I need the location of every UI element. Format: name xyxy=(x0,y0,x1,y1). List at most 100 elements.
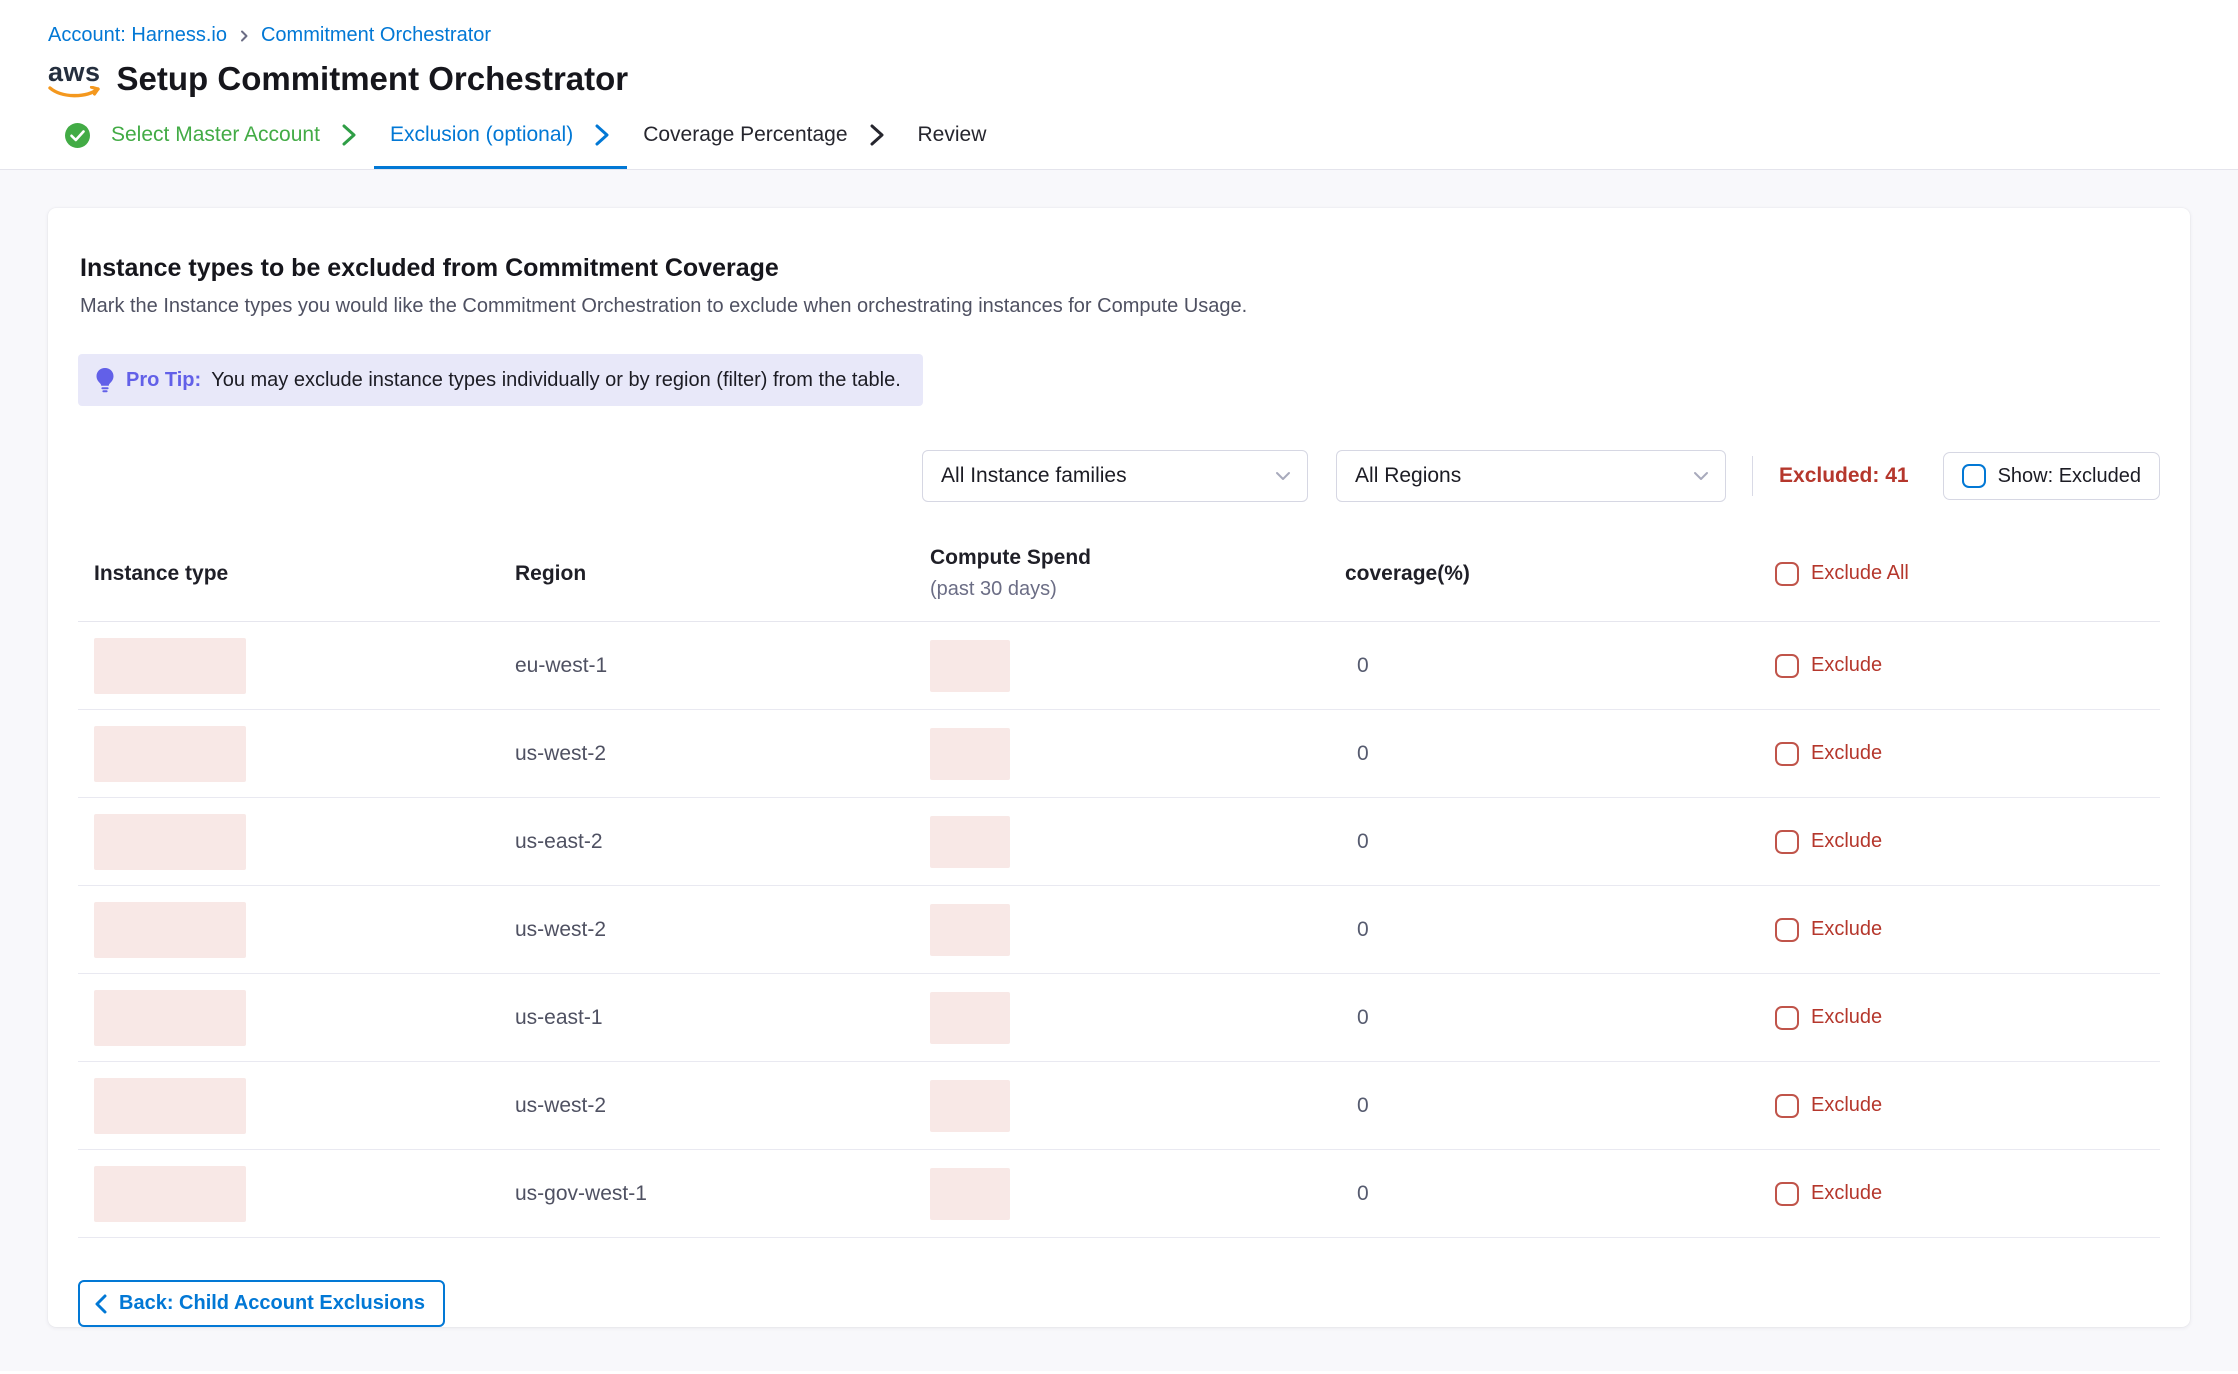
regions-select[interactable]: All Regions xyxy=(1336,450,1726,502)
exclude-checkbox[interactable] xyxy=(1775,1094,1799,1118)
panel-title: Instance types to be excluded from Commi… xyxy=(78,254,2160,283)
breadcrumb-page-link[interactable]: Commitment Orchestrator xyxy=(261,24,491,47)
back-child-account-exclusions-button[interactable]: Back: Child Account Exclusions xyxy=(78,1280,445,1327)
exclude-label: Exclude xyxy=(1811,1006,1882,1029)
table-row: us-west-2 0 Exclude xyxy=(78,710,2160,798)
region-cell: us-east-1 xyxy=(515,1006,930,1030)
step-label: Review xyxy=(918,123,987,147)
exclude-label: Exclude xyxy=(1811,918,1882,941)
main-content: Instance types to be excluded from Commi… xyxy=(0,170,2238,1371)
instance-families-value: All Instance families xyxy=(941,464,1127,488)
step-chevron-icon xyxy=(340,123,358,147)
chevron-down-icon xyxy=(1693,471,1709,481)
redacted-instance-type xyxy=(94,638,246,694)
region-cell: us-west-2 xyxy=(515,1094,930,1118)
breadcrumb-account-link[interactable]: Account: Harness.io xyxy=(48,24,227,47)
redacted-compute-spend xyxy=(930,1080,1010,1132)
region-cell: us-east-2 xyxy=(515,830,930,854)
pro-tip-text: You may exclude instance types individua… xyxy=(211,369,901,392)
panel-subtitle: Mark the Instance types you would like t… xyxy=(78,295,2160,318)
aws-smile-icon xyxy=(48,86,100,98)
redacted-instance-type xyxy=(94,814,246,870)
redacted-compute-spend xyxy=(930,1168,1010,1220)
page-header: Account: Harness.io Commitment Orchestra… xyxy=(0,0,2238,104)
exclude-checkbox[interactable] xyxy=(1775,918,1799,942)
exclude-control[interactable]: Exclude xyxy=(1775,654,2160,678)
exclude-checkbox[interactable] xyxy=(1775,1006,1799,1030)
exclude-control[interactable]: Exclude xyxy=(1775,918,2160,942)
table-row: us-west-2 0 Exclude xyxy=(78,886,2160,974)
exclude-control[interactable]: Exclude xyxy=(1775,1006,2160,1030)
col-header-compute-spend-sub: (past 30 days) xyxy=(930,578,1345,601)
page-title: Setup Commitment Orchestrator xyxy=(117,60,629,98)
step-coverage-percentage[interactable]: Coverage Percentage xyxy=(627,104,901,169)
pro-tip-label: Pro Tip: xyxy=(126,369,201,392)
step-label: Coverage Percentage xyxy=(643,123,847,147)
instance-families-select[interactable]: All Instance families xyxy=(922,450,1308,502)
exclude-label: Exclude xyxy=(1811,830,1882,853)
exclude-all-checkbox[interactable] xyxy=(1775,562,1799,586)
exclude-control[interactable]: Exclude xyxy=(1775,742,2160,766)
exclude-label: Exclude xyxy=(1811,1094,1882,1117)
exclude-all-control[interactable]: Exclude All xyxy=(1775,562,2160,586)
filter-divider xyxy=(1752,456,1753,496)
step-select-master-account[interactable]: Select Master Account xyxy=(48,104,374,169)
lightbulb-icon xyxy=(94,367,116,393)
redacted-compute-spend xyxy=(930,992,1010,1044)
breadcrumb: Account: Harness.io Commitment Orchestra… xyxy=(48,24,2190,47)
breadcrumb-chevron-icon xyxy=(237,29,251,43)
step-label: Select Master Account xyxy=(111,123,320,147)
table-row: us-west-2 0 Exclude xyxy=(78,1062,2160,1150)
table-row: us-gov-west-1 0 Exclude xyxy=(78,1150,2160,1238)
show-excluded-checkbox[interactable] xyxy=(1962,464,1986,488)
exclusion-panel: Instance types to be excluded from Commi… xyxy=(48,208,2190,1327)
filter-row: All Instance families All Regions Exclud… xyxy=(78,450,2160,502)
col-header-compute-spend: Compute Spend (past 30 days) xyxy=(930,546,1345,601)
exclude-checkbox[interactable] xyxy=(1775,654,1799,678)
redacted-compute-spend xyxy=(930,728,1010,780)
table-row: eu-west-1 0 Exclude xyxy=(78,622,2160,710)
redacted-compute-spend xyxy=(930,904,1010,956)
step-chevron-icon xyxy=(868,123,886,147)
chevron-left-icon xyxy=(94,1294,107,1314)
redacted-instance-type xyxy=(94,726,246,782)
step-label: Exclusion (optional) xyxy=(390,123,573,147)
pro-tip-banner: Pro Tip: You may exclude instance types … xyxy=(78,354,923,406)
exclude-control[interactable]: Exclude xyxy=(1775,830,2160,854)
redacted-instance-type xyxy=(94,990,246,1046)
redacted-compute-spend xyxy=(930,816,1010,868)
exclude-control[interactable]: Exclude xyxy=(1775,1182,2160,1206)
col-header-instance-type: Instance type xyxy=(78,562,515,586)
coverage-cell: 0 xyxy=(1345,830,1775,854)
coverage-cell: 0 xyxy=(1345,654,1775,678)
coverage-cell: 0 xyxy=(1345,742,1775,766)
exclude-checkbox[interactable] xyxy=(1775,830,1799,854)
chevron-down-icon xyxy=(1275,471,1291,481)
exclude-all-label: Exclude All xyxy=(1811,562,1909,585)
coverage-cell: 0 xyxy=(1345,1094,1775,1118)
regions-value: All Regions xyxy=(1355,464,1461,488)
col-header-region: Region xyxy=(515,562,930,586)
show-excluded-button[interactable]: Show: Excluded xyxy=(1943,452,2160,500)
exclude-control[interactable]: Exclude xyxy=(1775,1094,2160,1118)
back-button-label: Back: Child Account Exclusions xyxy=(119,1292,425,1315)
region-cell: us-west-2 xyxy=(515,918,930,942)
step-completed-check-icon xyxy=(64,122,91,149)
table-header-row: Instance type Region Compute Spend (past… xyxy=(78,546,2160,622)
exclude-checkbox[interactable] xyxy=(1775,1182,1799,1206)
step-review[interactable]: Review xyxy=(902,104,1003,169)
table-row: us-east-2 0 Exclude xyxy=(78,798,2160,886)
region-cell: us-gov-west-1 xyxy=(515,1182,930,1206)
region-cell: eu-west-1 xyxy=(515,654,930,678)
exclude-label: Exclude xyxy=(1811,654,1882,677)
show-excluded-label: Show: Excluded xyxy=(1998,465,2141,488)
coverage-cell: 0 xyxy=(1345,1006,1775,1030)
table-row: us-east-1 0 Exclude xyxy=(78,974,2160,1062)
col-header-coverage: coverage(%) xyxy=(1345,562,1775,586)
redacted-instance-type xyxy=(94,902,246,958)
exclude-checkbox[interactable] xyxy=(1775,742,1799,766)
step-exclusion-optional[interactable]: Exclusion (optional) xyxy=(374,104,627,169)
step-chevron-icon xyxy=(593,123,611,147)
exclude-label: Exclude xyxy=(1811,742,1882,765)
redacted-compute-spend xyxy=(930,640,1010,692)
